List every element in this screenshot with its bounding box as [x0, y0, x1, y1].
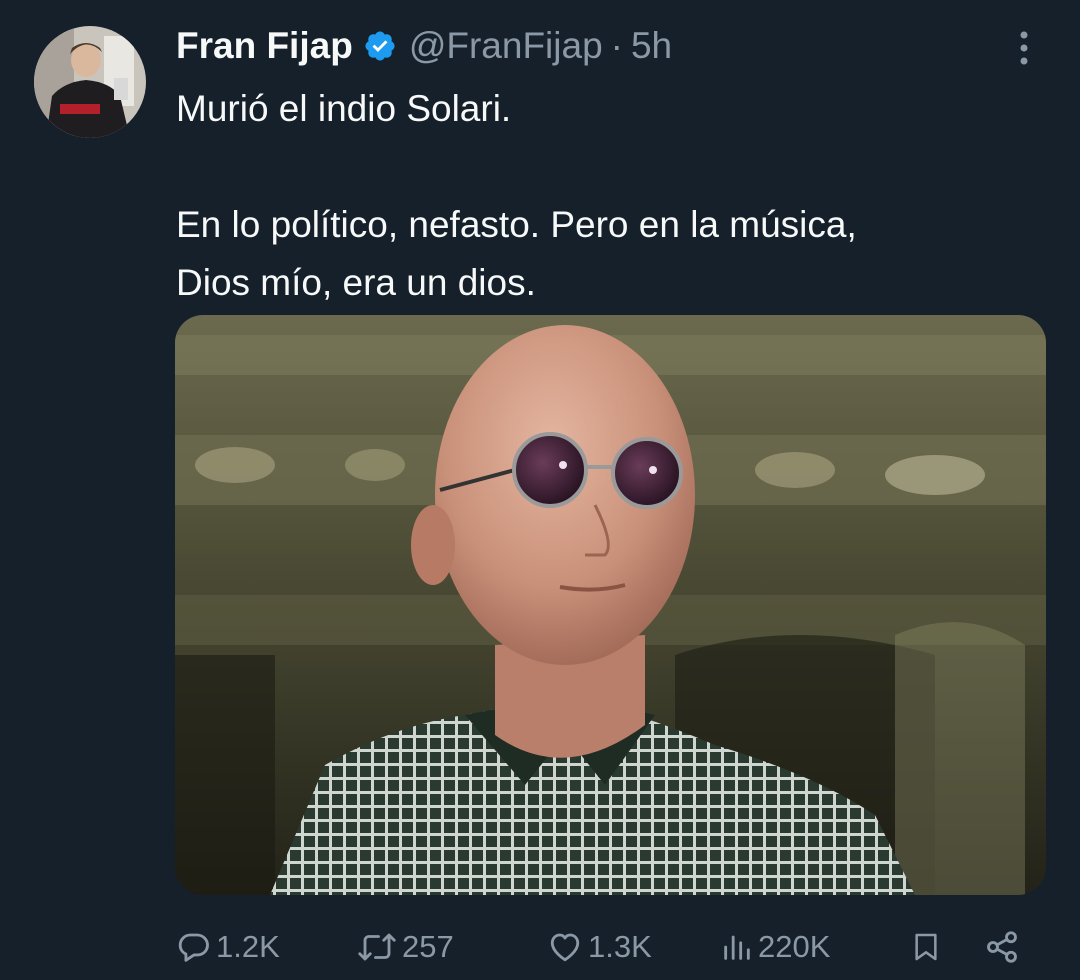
author-handle[interactable]: @FranFijap: [409, 25, 603, 67]
avatar[interactable]: [34, 26, 146, 138]
timestamp[interactable]: 5h: [631, 25, 672, 67]
reply-count: 1.2K: [216, 929, 280, 964]
views-button[interactable]: 220K: [720, 918, 830, 976]
separator-dot: ·: [610, 25, 623, 66]
tweet-line: Dios mío, era un dios.: [176, 262, 536, 303]
bookmark-button[interactable]: [910, 918, 946, 976]
retweet-icon: [356, 929, 402, 965]
tweet-header: Fran Fijap @FranFijap · 5h: [176, 22, 672, 70]
share-icon: [984, 929, 1024, 965]
views-icon: [720, 929, 758, 965]
reply-button[interactable]: 1.2K: [176, 918, 280, 976]
reply-icon: [176, 929, 216, 965]
author-display-name[interactable]: Fran Fijap: [176, 25, 353, 67]
tweet-media-image[interactable]: [175, 315, 1046, 895]
retweet-count: 257: [402, 929, 454, 964]
verified-badge-icon: [363, 29, 397, 63]
tweet-line: En lo político, nefasto. Pero en la músi…: [176, 204, 857, 245]
like-count: 1.3K: [588, 929, 652, 964]
like-icon: [546, 929, 588, 965]
like-button[interactable]: 1.3K: [546, 918, 652, 976]
more-options-icon[interactable]: [1006, 28, 1042, 68]
action-bar: 1.2K 257 1.3K 220K: [0, 918, 1080, 976]
tweet-text: Murió el indio Solari. En lo político, n…: [176, 80, 1036, 312]
retweet-button[interactable]: 257: [356, 918, 454, 976]
views-count: 220K: [758, 929, 831, 964]
tweet-line: Murió el indio Solari.: [176, 88, 512, 129]
bookmark-icon: [910, 929, 946, 965]
share-button[interactable]: [984, 918, 1024, 976]
